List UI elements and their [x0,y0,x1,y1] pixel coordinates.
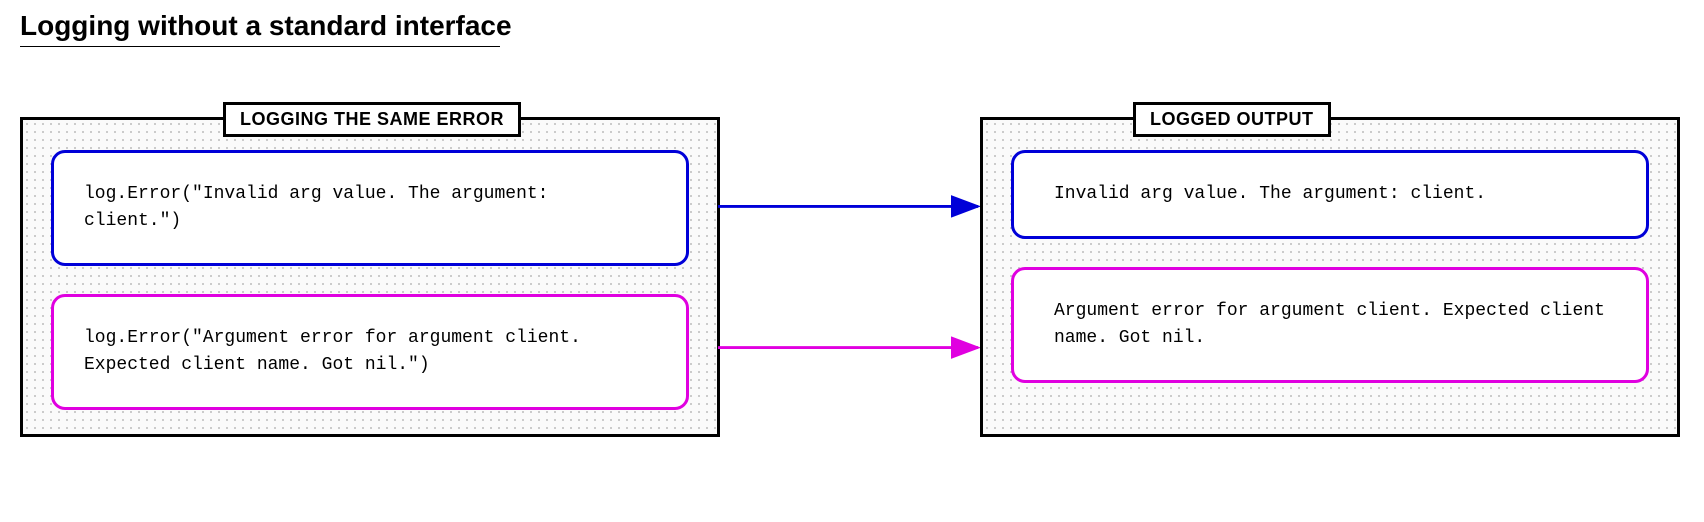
title-underline [20,46,500,47]
code-box-output-1: Invalid arg value. The argument: client. [1011,150,1649,239]
diagram-container: LOGGING THE SAME ERROR log.Error("Invali… [20,117,1684,437]
diagram-title: Logging without a standard interface [20,10,1684,42]
code-box-input-1: log.Error("Invalid arg value. The argume… [51,150,689,266]
panel-logging-same-error: LOGGING THE SAME ERROR log.Error("Invali… [20,117,720,437]
panel-label-right: LOGGED OUTPUT [1133,102,1331,137]
code-box-output-2: Argument error for argument client. Expe… [1011,267,1649,383]
code-box-input-2: log.Error("Argument error for argument c… [51,294,689,410]
arrows-gap [720,117,980,437]
panel-logged-output: LOGGED OUTPUT Invalid arg value. The arg… [980,117,1680,437]
arrow-connections [720,117,980,437]
panel-label-left: LOGGING THE SAME ERROR [223,102,521,137]
